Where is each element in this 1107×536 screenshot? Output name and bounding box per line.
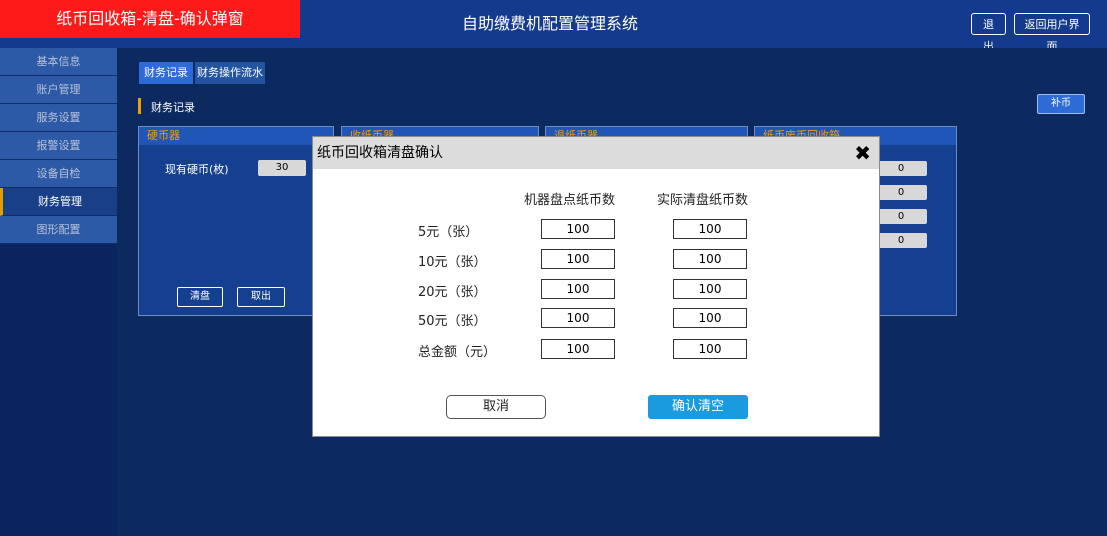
coin-panel-title: 硬币器 bbox=[139, 127, 333, 145]
tab-finance-records[interactable]: 财务记录 bbox=[139, 62, 193, 84]
row-label: 20元（张） bbox=[418, 285, 487, 300]
coin-stock-label: 现有硬币(枚) bbox=[165, 163, 229, 176]
cancel-button[interactable]: 取消 bbox=[446, 395, 546, 419]
actual-count-input[interactable]: 100 bbox=[673, 339, 747, 359]
system-title: 自助缴费机配置管理系统 bbox=[461, 14, 638, 33]
sidebar-item-basic-info[interactable]: 基本信息 bbox=[0, 48, 117, 76]
actual-count-input[interactable]: 100 bbox=[673, 249, 747, 269]
return-user-button[interactable]: 返回用户界面 bbox=[1014, 13, 1090, 53]
section-marker bbox=[138, 98, 141, 114]
actual-count-input[interactable]: 100 bbox=[673, 279, 747, 299]
reject-value: 0 bbox=[875, 233, 927, 248]
reject-value: 0 bbox=[875, 161, 927, 176]
top-bar: 纸币回收箱-清盘-确认弹窗 自助缴费机配置管理系统 退出 返回用户界面 bbox=[0, 0, 1107, 53]
row-label: 5元（张） bbox=[418, 225, 479, 240]
close-icon[interactable]: ✖ bbox=[854, 137, 871, 169]
logout-button[interactable]: 退出 bbox=[971, 13, 1006, 53]
machine-count-field: 100 bbox=[541, 219, 615, 239]
coin-panel: 硬币器 现有硬币(枚) 30 清盘 取出 bbox=[138, 126, 334, 316]
sidebar-item-service[interactable]: 服务设置 bbox=[0, 104, 117, 132]
row-label: 10元（张） bbox=[418, 255, 487, 270]
page-label: 纸币回收箱-清盘-确认弹窗 bbox=[0, 0, 300, 38]
sidebar: 基本信息 账户管理 服务设置 报警设置 设备自检 财务管理 图形配置 bbox=[0, 48, 117, 536]
coin-clear-button[interactable]: 清盘 bbox=[177, 287, 223, 307]
coin-stock-value: 30 bbox=[258, 160, 306, 176]
row-label: 总金额（元） bbox=[418, 345, 497, 360]
row-label: 50元（张） bbox=[418, 314, 487, 329]
confirm-clear-button[interactable]: 确认清空 bbox=[648, 395, 748, 419]
machine-count-field: 100 bbox=[541, 279, 615, 299]
confirm-dialog: 纸币回收箱清盘确认 ✖ 机器盘点纸币数 实际清盘纸币数 5元（张） 100 10… bbox=[312, 136, 880, 437]
section-title: 财务记录 bbox=[151, 101, 195, 114]
machine-count-field: 100 bbox=[541, 249, 615, 269]
sidebar-item-account[interactable]: 账户管理 bbox=[0, 76, 117, 104]
machine-count-field: 100 bbox=[541, 308, 615, 328]
machine-count-field: 100 bbox=[541, 339, 615, 359]
reject-value: 0 bbox=[875, 209, 927, 224]
reject-value: 0 bbox=[875, 185, 927, 200]
column-actual-count: 实际清盘纸币数 bbox=[657, 193, 749, 208]
dialog-title: 纸币回收箱清盘确认 bbox=[317, 145, 443, 161]
actual-count-input[interactable]: 100 bbox=[673, 308, 747, 328]
coin-take-button[interactable]: 取出 bbox=[237, 287, 285, 307]
column-machine-count: 机器盘点纸币数 bbox=[524, 193, 616, 208]
sidebar-item-finance[interactable]: 财务管理 bbox=[0, 188, 117, 216]
topup-button[interactable]: 补币 bbox=[1037, 94, 1085, 114]
sidebar-item-graphics[interactable]: 图形配置 bbox=[0, 216, 117, 244]
actual-count-input[interactable]: 100 bbox=[673, 219, 747, 239]
tab-finance-operations[interactable]: 财务操作流水 bbox=[195, 62, 265, 84]
sidebar-item-alarm[interactable]: 报警设置 bbox=[0, 132, 117, 160]
dialog-header: 纸币回收箱清盘确认 ✖ bbox=[313, 137, 879, 169]
sidebar-item-self-check[interactable]: 设备自检 bbox=[0, 160, 117, 188]
